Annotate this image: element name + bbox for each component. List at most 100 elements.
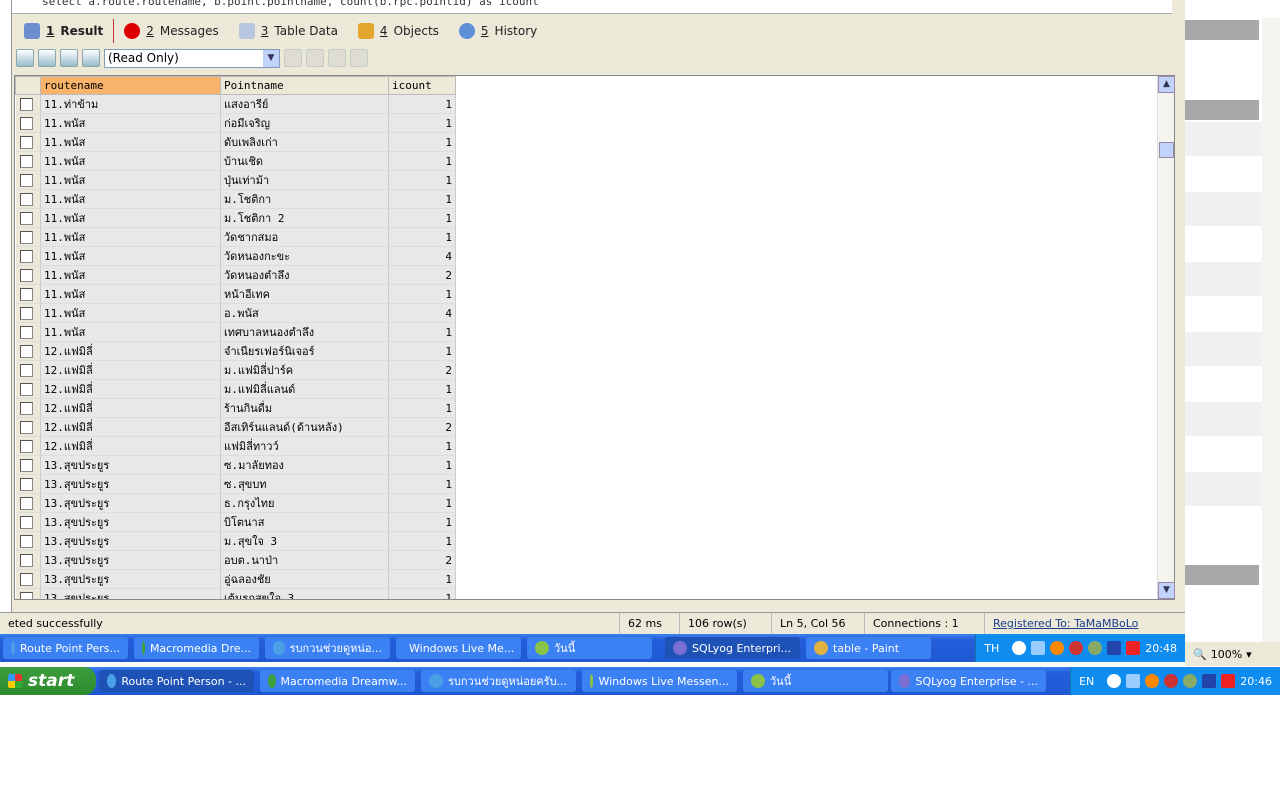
table-row[interactable]: 13.สุขประยูร เต้นรถสุขใจ 3 1 [15,588,456,599]
row-checkbox-cell[interactable] [15,474,41,494]
cell-icount[interactable]: 1 [388,588,456,599]
cell-icount[interactable]: 1 [388,151,456,171]
cell-routename[interactable]: 11.ท่าข้าม [40,94,221,114]
chevron-left-icon[interactable] [1012,641,1027,655]
row-checkbox-cell[interactable] [15,493,41,513]
row-checkbox[interactable] [19,553,33,567]
row-checkbox-cell[interactable] [15,151,41,171]
table-row[interactable]: 12.แฟมิลี่ อีสเทิร์นแลนด์(ด้านหลัง) 2 [15,417,456,437]
cell-routename[interactable]: 12.แฟมิลี่ [40,341,221,361]
cell-routename[interactable]: 11.พนัส [40,132,221,152]
taskbar-button[interactable]: Route Point Person - ... [99,670,254,692]
scroll-up-icon[interactable]: ▲ [1158,76,1175,93]
row-checkbox[interactable] [19,591,33,599]
user-icon[interactable] [1050,641,1065,655]
cell-routename[interactable]: 11.พนัส [40,246,221,266]
cell-pointname[interactable]: หน้าอีเทค [220,284,389,304]
row-checkbox-cell[interactable] [15,132,41,152]
row-checkbox-cell[interactable] [15,246,41,266]
row-checkbox[interactable] [19,515,33,529]
background-scrollbar[interactable] [1262,18,1280,642]
cancel-edit-icon[interactable] [350,49,368,67]
row-checkbox-cell[interactable] [15,303,41,323]
table-row[interactable]: 11.พนัส ม.โชติกา 2 1 [15,208,456,228]
cell-icount[interactable]: 1 [388,436,456,456]
cell-routename[interactable]: 12.แฟมิลี่ [40,417,221,437]
cell-icount[interactable]: 1 [388,94,456,114]
table-row[interactable]: 11.ท่าข้าม แสงอารีย์ 1 [15,94,456,114]
cell-routename[interactable]: 13.สุขประยูร [40,493,221,513]
bluetooth-icon[interactable] [1202,674,1217,688]
row-checkbox[interactable] [19,154,33,168]
row-checkbox-cell[interactable] [15,588,41,599]
table-row[interactable]: 13.สุขประยูร ม.สุขใจ 3 1 [15,531,456,551]
cell-pointname[interactable]: บ้านเชิด [220,151,389,171]
row-checkbox[interactable] [19,420,33,434]
table-row[interactable]: 11.พนัส ปุ่นเท่าม้า 1 [15,170,456,190]
column-header-icount[interactable]: icount [388,76,456,95]
row-checkbox[interactable] [19,477,33,491]
row-checkbox-cell[interactable] [15,189,41,209]
row-checkbox-cell[interactable] [15,455,41,475]
row-checkbox[interactable] [19,97,33,111]
network-icon[interactable] [1031,641,1046,655]
cell-pointname[interactable]: จำเนียรเฟอร์นิเจอร์ [220,341,389,361]
tab-result[interactable]: 1 Result [14,19,115,43]
row-checkbox-cell[interactable] [15,284,41,304]
cell-pointname[interactable]: อบต.นาป่า [220,550,389,570]
column-header-routename[interactable]: routename [40,76,221,95]
shield-icon[interactable] [1069,641,1084,655]
table-row[interactable]: 12.แฟมิลี่ จำเนียรเฟอร์นิเจอร์ 1 [15,341,456,361]
cell-pointname[interactable]: แฟมิลี่ทาวว์ [220,436,389,456]
row-checkbox[interactable] [19,325,33,339]
cell-routename[interactable]: 11.พนัส [40,170,221,190]
table-row[interactable]: 11.พนัส ม.โชติกา 1 [15,189,456,209]
cell-pointname[interactable]: วัดชากสมอ [220,227,389,247]
row-checkbox-cell[interactable] [15,512,41,532]
cell-icount[interactable]: 1 [388,398,456,418]
row-checkbox-cell[interactable] [15,94,41,114]
cell-icount[interactable]: 1 [388,284,456,304]
cell-routename[interactable]: 13.สุขประยูร [40,512,221,532]
cell-icount[interactable]: 2 [388,550,456,570]
chevron-down-icon[interactable]: ▾ [1246,648,1252,661]
cell-icount[interactable]: 1 [388,341,456,361]
antivirus-icon[interactable] [1221,674,1236,688]
table-row[interactable]: 13.สุขประยูร ธ.กรุงไทย 1 [15,493,456,513]
cell-pointname[interactable]: เต้นรถสุขใจ 3 [220,588,389,599]
table-row[interactable]: 11.พนัส ก่อมีเจริญ 1 [15,113,456,133]
delete-row-icon[interactable] [328,49,346,67]
cell-icount[interactable]: 4 [388,246,456,266]
cell-pointname[interactable]: อ.พนัส [220,303,389,323]
cell-routename[interactable]: 11.พนัส [40,189,221,209]
language-indicator[interactable]: EN [1079,675,1094,688]
taskbar-button[interactable]: วันนี้ [743,670,888,692]
cell-pointname[interactable]: ซ.มาลัยทอง [220,455,389,475]
shield-icon[interactable] [1164,674,1179,688]
export-csv-icon[interactable] [60,49,78,67]
taskbar-button[interactable]: Macromedia Dre... [134,637,259,659]
cell-routename[interactable]: 11.พนัส [40,208,221,228]
tab-table-data[interactable]: 3 Table Data [229,19,348,43]
row-checkbox[interactable] [19,344,33,358]
cell-pointname[interactable]: วัดหนองกะขะ [220,246,389,266]
chevron-left-icon[interactable] [1107,674,1122,688]
cell-routename[interactable]: 12.แฟมิลี่ [40,360,221,380]
row-checkbox[interactable] [19,534,33,548]
row-checkbox[interactable] [19,249,33,263]
cell-routename[interactable]: 12.แฟมิลี่ [40,398,221,418]
app-tray-icon[interactable] [1183,674,1198,688]
row-checkbox[interactable] [19,401,33,415]
row-checkbox-cell[interactable] [15,208,41,228]
cell-icount[interactable]: 1 [388,322,456,342]
cell-pointname[interactable]: ม.แฟมิลี่แลนด์ [220,379,389,399]
cell-icount[interactable]: 1 [388,455,456,475]
row-checkbox-cell[interactable] [15,227,41,247]
tab-messages[interactable]: 2 Messages [114,19,229,43]
refresh-icon[interactable] [16,49,34,67]
cell-routename[interactable]: 11.พนัส [40,284,221,304]
cell-pointname[interactable]: ร้านกินดื่ม [220,398,389,418]
row-checkbox[interactable] [19,458,33,472]
registered-link[interactable]: Registered To: TaMaMBoLo [985,613,1146,634]
insert-row-icon[interactable] [284,49,302,67]
